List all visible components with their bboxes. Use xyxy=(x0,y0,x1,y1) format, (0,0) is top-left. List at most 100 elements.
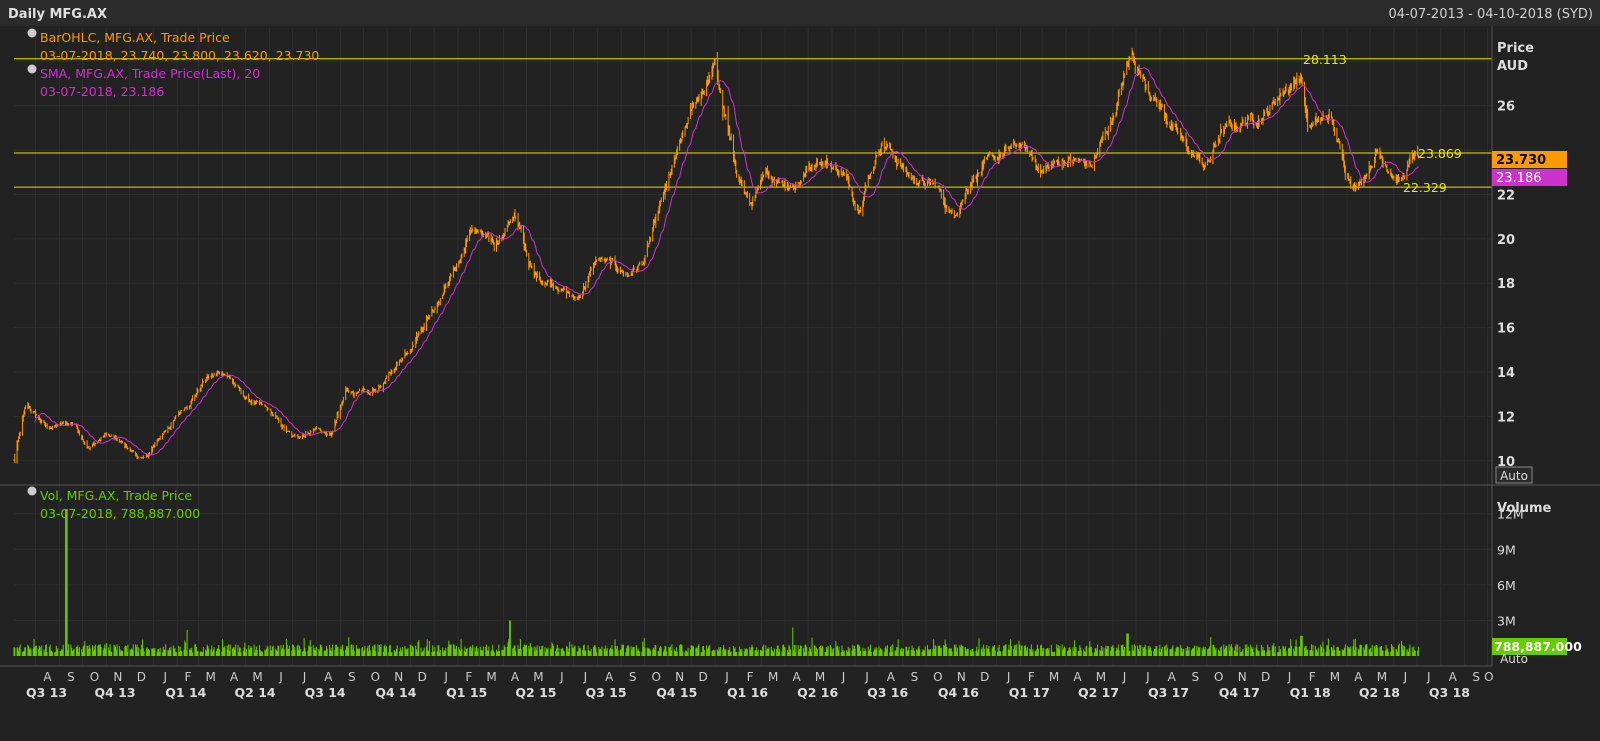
month-label: J xyxy=(162,670,167,684)
level-label: 22.329 xyxy=(1403,180,1447,195)
month-label: J xyxy=(302,670,307,684)
quarter-label: Q4 14 xyxy=(375,685,416,700)
price-auto-label[interactable]: Auto xyxy=(1500,469,1528,483)
month-label: D xyxy=(137,670,146,684)
quarter-label: Q2 17 xyxy=(1078,685,1119,700)
price-tick-label: 12 xyxy=(1497,410,1515,425)
quarter-label: Q1 17 xyxy=(1009,685,1050,700)
month-label: J xyxy=(1145,670,1150,684)
month-label: M xyxy=(533,670,543,684)
last-price-value: 23.730 xyxy=(1496,153,1546,168)
month-label: J xyxy=(1122,670,1127,684)
month-label: J xyxy=(841,670,846,684)
month-label: J xyxy=(559,670,564,684)
month-label: D xyxy=(1261,670,1270,684)
month-label: N xyxy=(113,670,122,684)
price-tick-label: 16 xyxy=(1497,322,1515,337)
month-label: A xyxy=(1073,670,1082,684)
legend-ohlc-values: 03-07-2018, 23.740, 23.800, 23.620, 23.7… xyxy=(40,48,319,63)
legend-toggle-icon[interactable] xyxy=(27,28,37,38)
legend-ohlc-name: BarOHLC, MFG.AX, Trade Price xyxy=(40,30,230,45)
month-label: J xyxy=(1403,670,1408,684)
month-label: A xyxy=(324,670,333,684)
quarter-label: Q4 17 xyxy=(1219,685,1260,700)
title-bar xyxy=(0,0,1600,26)
month-label: M xyxy=(1049,670,1059,684)
background xyxy=(0,0,1600,741)
legend-toggle-icon[interactable] xyxy=(27,64,37,74)
month-label: S xyxy=(911,670,919,684)
month-label: S xyxy=(1472,670,1480,684)
month-label: A xyxy=(43,670,52,684)
sma-value: 23.186 xyxy=(1496,171,1542,186)
volume-tick-label: 3M xyxy=(1497,613,1516,628)
month-label: D xyxy=(418,670,427,684)
legend-sma-values: 03-07-2018, 23.186 xyxy=(40,84,164,99)
month-label: A xyxy=(793,670,802,684)
price-tick-label: 18 xyxy=(1497,277,1515,292)
month-label: O xyxy=(651,670,660,684)
quarter-label: Q4 13 xyxy=(94,685,135,700)
month-label: M xyxy=(1330,670,1340,684)
month-label: F xyxy=(1028,670,1035,684)
month-label: J xyxy=(1426,670,1431,684)
volume-tick-label: 12M xyxy=(1497,507,1524,522)
legend-volume-name: Vol, MFG.AX, Trade Price xyxy=(40,488,192,503)
quarter-label: Q3 15 xyxy=(585,685,626,700)
quarter-label: Q3 17 xyxy=(1148,685,1189,700)
price-axis-unit: AUD xyxy=(1497,59,1528,74)
month-label: O xyxy=(1484,670,1493,684)
sma-tag: 23.186 xyxy=(1492,169,1567,186)
chart-canvas: Daily MFG.AX 04-07-2013 - 04-10-2018 (SY… xyxy=(0,0,1600,741)
quarter-label: Q2 18 xyxy=(1359,685,1400,700)
price-tick-label: 22 xyxy=(1497,188,1515,203)
quarter-label: Q1 16 xyxy=(727,685,768,700)
month-label: F xyxy=(1309,670,1316,684)
month-label: O xyxy=(371,670,380,684)
month-label: M xyxy=(252,670,262,684)
month-label: A xyxy=(511,670,520,684)
month-label: S xyxy=(348,670,356,684)
month-label: J xyxy=(1006,670,1011,684)
legend-volume-values: 03-07-2018, 788,887.000 xyxy=(40,506,200,521)
month-label: O xyxy=(90,670,99,684)
month-label: M xyxy=(205,670,215,684)
last-price-tag: 23.730 xyxy=(1492,151,1567,168)
month-label: J xyxy=(443,670,448,684)
volume-auto-label[interactable]: Auto xyxy=(1500,652,1528,666)
month-label: N xyxy=(394,670,403,684)
month-label: F xyxy=(465,670,472,684)
month-label: J xyxy=(724,670,729,684)
month-label: M xyxy=(1096,670,1106,684)
month-label: A xyxy=(605,670,614,684)
price-tick-label: 14 xyxy=(1497,366,1515,381)
month-label: D xyxy=(699,670,708,684)
month-label: S xyxy=(629,670,637,684)
month-label: M xyxy=(815,670,825,684)
volume-tick-label: 9M xyxy=(1497,542,1516,557)
quarter-label: Q3 16 xyxy=(867,685,908,700)
volume-tick-label: 6M xyxy=(1497,578,1516,593)
month-label: J xyxy=(583,670,588,684)
legend-sma-name: SMA, MFG.AX, Trade Price(Last), 20 xyxy=(40,66,260,81)
quarter-label: Q1 14 xyxy=(165,685,206,700)
level-label: 23.869 xyxy=(1418,146,1462,161)
month-label: S xyxy=(1191,670,1199,684)
month-label: D xyxy=(980,670,989,684)
legend-toggle-icon[interactable] xyxy=(27,486,37,496)
month-label: A xyxy=(887,670,896,684)
quarter-labels: Q3 13 Q4 13 Q1 14 Q2 14 Q3 14 Q4 14 Q1 15 Q2 15… xyxy=(26,685,1470,700)
month-label: M xyxy=(486,670,496,684)
month-label: J xyxy=(1287,670,1292,684)
month-label: N xyxy=(957,670,966,684)
quarter-label: Q1 15 xyxy=(446,685,487,700)
quarter-label: Q3 14 xyxy=(305,685,346,700)
price-auto-button[interactable]: Auto xyxy=(1495,466,1533,484)
month-label: M xyxy=(1377,670,1387,684)
month-label: S xyxy=(67,670,75,684)
level-label: 28.113 xyxy=(1303,52,1347,67)
month-label: O xyxy=(933,670,942,684)
quarter-label: Q2 16 xyxy=(797,685,838,700)
month-label: F xyxy=(747,670,754,684)
quarter-label: Q4 16 xyxy=(938,685,979,700)
